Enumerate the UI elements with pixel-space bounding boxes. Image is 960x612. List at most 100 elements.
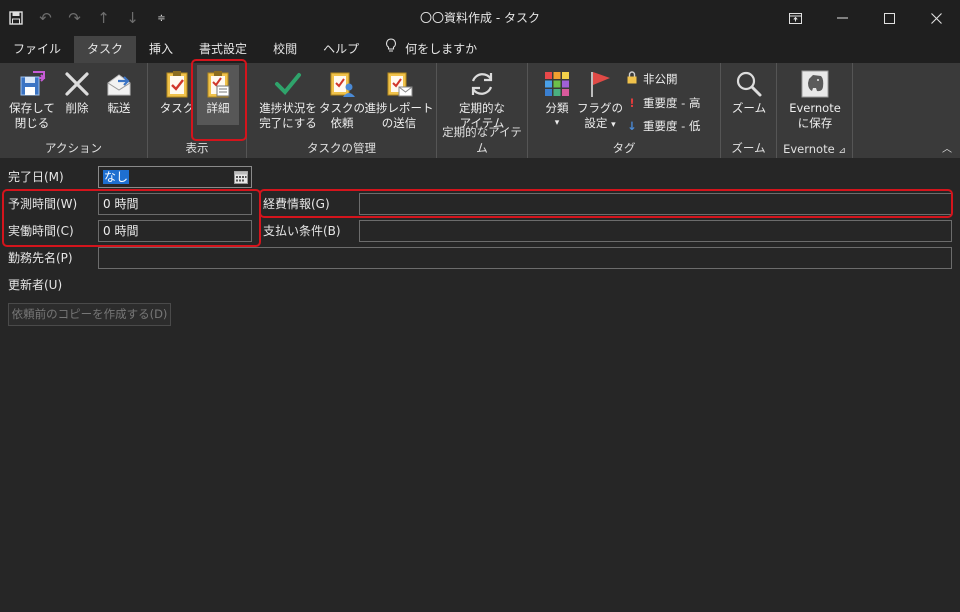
forward-button[interactable]: 転送 [100, 67, 138, 116]
group-label-zoom: ズーム [731, 141, 766, 155]
flag-icon [584, 67, 616, 101]
group-label-actions: アクション [45, 141, 102, 155]
up-arrow-icon[interactable]: ↑ [89, 0, 118, 36]
recurrence-icon [466, 67, 498, 101]
group-actions: 保存して 閉じる 削除 転送 アクション [0, 63, 148, 158]
categorize-label: 分類 [545, 101, 569, 115]
date-completed-value: なし [103, 170, 130, 184]
group-show: タスク 詳細 表示 [148, 63, 247, 158]
categorize-grid-icon [541, 67, 573, 101]
save-icon[interactable] [0, 0, 31, 36]
forward-mail-icon [103, 67, 135, 101]
follow-up-label-line1: フラグの [577, 101, 623, 115]
tab-review[interactable]: 校閲 [260, 36, 310, 63]
recurrence-button[interactable]: 定期的な アイテム [447, 67, 517, 131]
ribbon: 保存して 閉じる 削除 転送 アクション タスク 詳細 表示 進捗状況を 完了に… [0, 63, 960, 158]
recurrence-label-line1: 定期的な [459, 101, 505, 115]
actual-work-field[interactable]: 0 時間 [98, 220, 252, 242]
mark-complete-button[interactable]: 進捗状況を 完了にする [257, 67, 319, 131]
tab-help[interactable]: ヘルプ [310, 36, 372, 63]
lock-icon [626, 71, 638, 87]
date-completed-label: 完了日(M) [8, 170, 64, 184]
group-tags: 分類 ▾ フラグの 設定 ▾ 非公開 ! 重要度 - 高 ↓ 重要度 - 低 タ… [528, 63, 721, 158]
categorize-dropdown-icon: ▾ [554, 118, 560, 128]
assign-task-label-line2: 依頼 [330, 116, 354, 130]
details-view-label: 詳細 [206, 101, 230, 115]
evernote-elephant-icon [799, 67, 831, 101]
save-close-icon [16, 67, 48, 101]
follow-up-button[interactable]: フラグの 設定 ▾ [577, 67, 623, 133]
assign-task-label-line1: タスクの [319, 101, 365, 115]
billing-info-field[interactable] [359, 220, 952, 242]
down-arrow-icon[interactable]: ↓ [118, 0, 147, 36]
evernote-save-button[interactable]: Evernote に保存 [783, 67, 847, 131]
close-icon[interactable] [913, 0, 960, 36]
dialog-launcher-icon[interactable]: ⊿ [838, 146, 846, 156]
evernote-save-label-line2: に保存 [797, 116, 833, 130]
quick-access-toolbar: ↶ ↷ ↑ ↓ ≑ [0, 0, 176, 36]
delete-button[interactable]: 削除 [60, 67, 94, 116]
send-status-report-label-line2: の送信 [381, 116, 417, 130]
forward-label: 転送 [107, 101, 131, 115]
ribbon-display-options-icon[interactable] [772, 0, 819, 36]
group-evernote: Evernote に保存 Evernote ⊿ [777, 63, 853, 158]
group-label-tags: タグ [612, 141, 636, 155]
tab-format-text[interactable]: 書式設定 [186, 36, 260, 63]
high-importance-icon: ! [629, 96, 635, 110]
company-label: 勤務先名(P) [8, 251, 73, 265]
task-view-button[interactable]: タスク [160, 67, 194, 116]
low-importance-label: 重要度 - 低 [643, 119, 701, 133]
low-importance-button[interactable]: ↓ 重要度 - 低 [626, 118, 700, 134]
customize-icon[interactable]: ≑ [147, 0, 176, 36]
tab-file[interactable]: ファイル [0, 36, 74, 63]
minimize-icon[interactable] [819, 0, 866, 36]
save-close-label-line2: 閉じる [14, 116, 50, 130]
tab-task[interactable]: タスク [74, 36, 137, 63]
group-label-evernote: Evernote ⊿ [783, 142, 846, 156]
mark-complete-label-line1: 進捗状況を [259, 101, 317, 115]
save-close-button[interactable]: 保存して 閉じる [6, 67, 58, 131]
zoom-button[interactable]: ズーム [727, 67, 771, 116]
company-field[interactable] [98, 247, 952, 269]
tell-me-label: 何をしますか [405, 42, 478, 56]
assign-task-button[interactable]: タスクの 依頼 [319, 67, 365, 131]
task-view-label: タスク [159, 101, 195, 115]
tell-me-search[interactable]: 何をしますか [372, 36, 490, 63]
total-work-field[interactable]: 0 時間 [98, 193, 252, 215]
delete-x-icon [61, 67, 93, 101]
undo-icon[interactable]: ↶ [31, 0, 60, 36]
tab-insert[interactable]: 挿入 [136, 36, 186, 63]
create-unassigned-copy-button[interactable]: 依頼前のコピーを作成する(D) [8, 303, 171, 326]
send-status-report-button[interactable]: 進捗レポート の送信 [364, 67, 434, 131]
calendar-icon[interactable] [234, 170, 248, 184]
private-label: 非公開 [643, 72, 678, 86]
maximize-icon[interactable] [866, 0, 913, 36]
mileage-label: 経費情報(G) [263, 197, 330, 211]
zoom-label: ズーム [731, 101, 767, 115]
collapse-ribbon-icon[interactable]: ︿ [942, 140, 952, 155]
mileage-field[interactable] [359, 193, 952, 215]
delete-label: 削除 [65, 101, 89, 115]
categorize-button[interactable]: 分類 ▾ [536, 67, 578, 131]
update-list-label: 更新者(U) [8, 278, 63, 292]
details-view-button[interactable]: 詳細 [197, 65, 239, 125]
mark-complete-label-line2: 完了にする [259, 116, 317, 130]
group-label-recurrence: 定期的なアイテム [442, 125, 522, 155]
low-importance-icon: ↓ [627, 119, 637, 133]
group-zoom: ズーム ズーム [721, 63, 777, 158]
save-close-label-line1: 保存して [9, 101, 55, 115]
high-importance-button[interactable]: ! 重要度 - 高 [626, 95, 700, 111]
group-recurrence: 定期的な アイテム 定期的なアイテム [437, 63, 528, 158]
private-button[interactable]: 非公開 [626, 71, 678, 87]
magnifier-icon [733, 67, 765, 101]
actual-work-label: 実働時間(C) [8, 224, 74, 238]
date-completed-field[interactable]: なし [98, 166, 252, 188]
send-status-report-label-line1: 進捗レポート [364, 101, 434, 115]
group-label-manage-task: タスクの管理 [307, 141, 376, 155]
status-report-icon [383, 67, 415, 101]
billing-info-label: 支払い条件(B) [263, 224, 341, 238]
lightbulb-icon [385, 36, 397, 63]
redo-icon[interactable]: ↷ [60, 0, 89, 36]
group-manage-task: 進捗状況を 完了にする タスクの 依頼 進捗レポート の送信 タスクの管理 [247, 63, 437, 158]
clipboard-details-icon [202, 67, 234, 101]
